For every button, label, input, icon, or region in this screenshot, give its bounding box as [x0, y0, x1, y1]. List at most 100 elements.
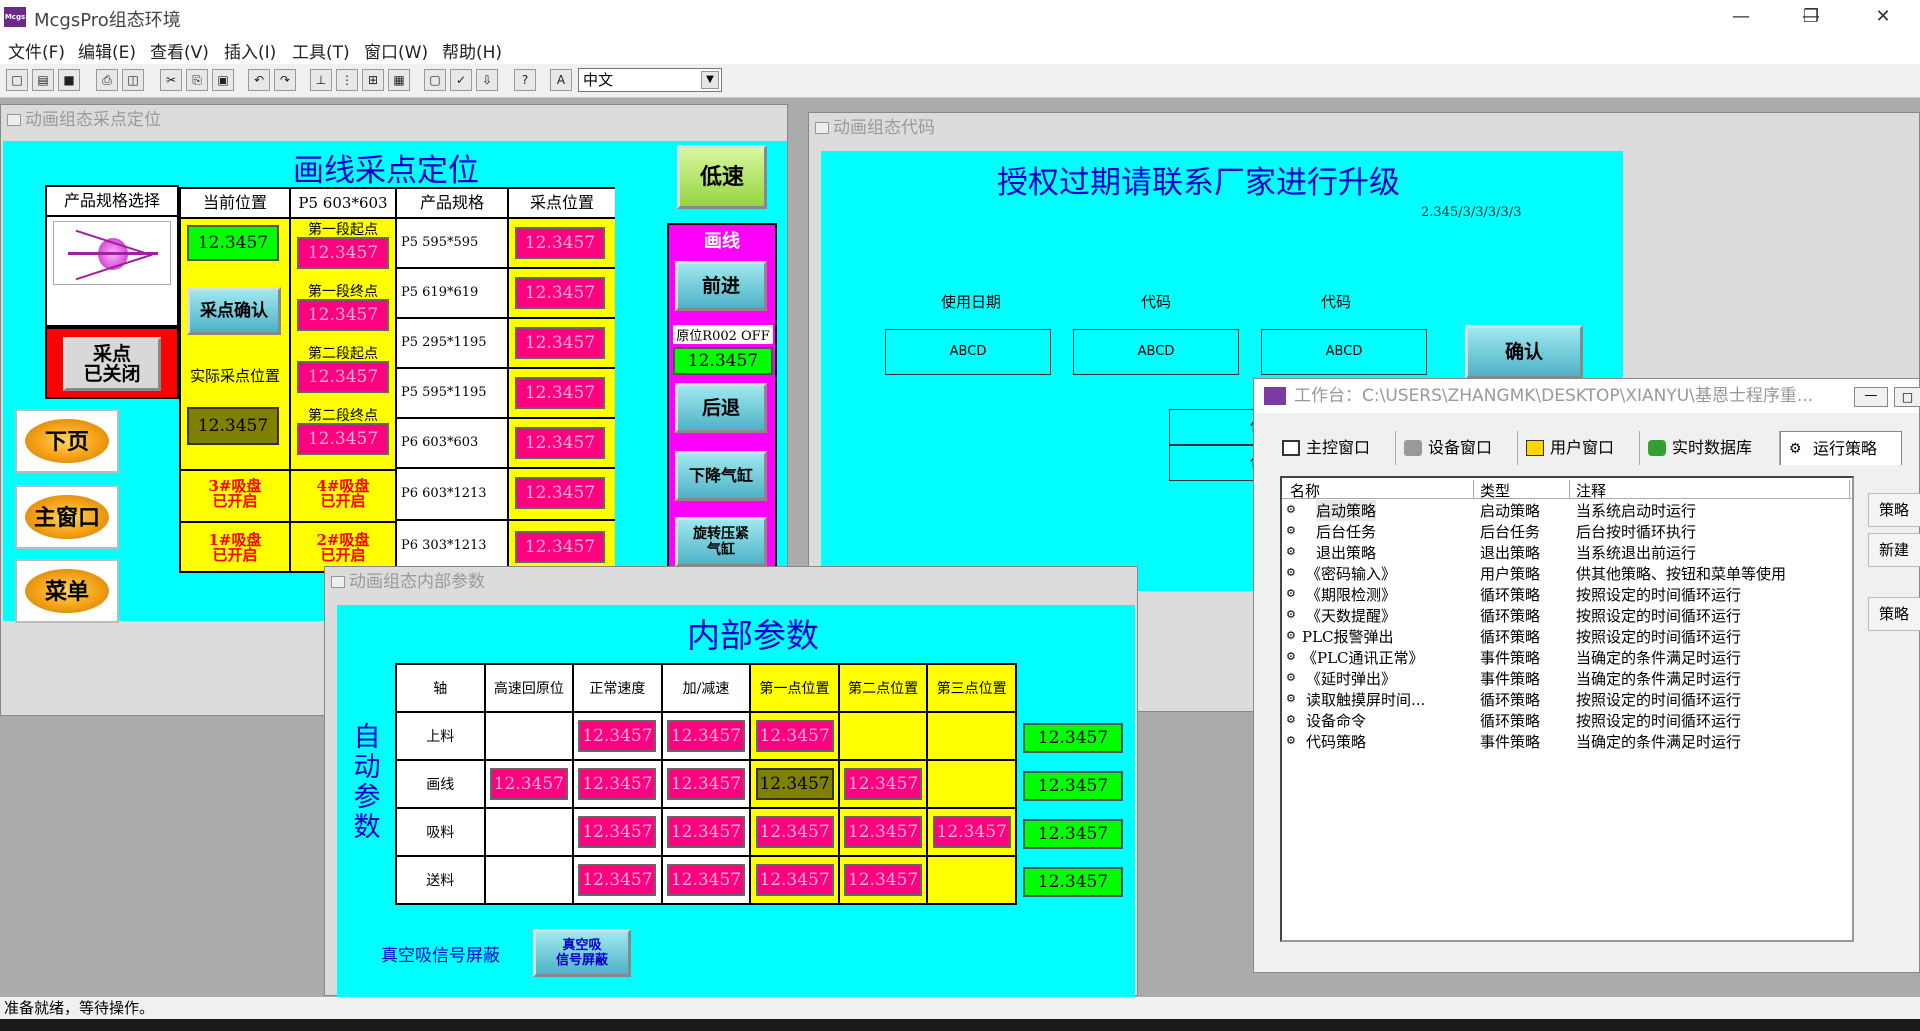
- vacuum-mask-button[interactable]: 真空吸 信号屏蔽: [533, 929, 631, 977]
- param-value[interactable]: 12.3457: [844, 768, 923, 800]
- align-icon[interactable]: ⊥: [310, 69, 332, 91]
- param-value[interactable]: 12.3457: [755, 864, 834, 896]
- language-icon[interactable]: A: [550, 69, 572, 91]
- param-value[interactable]: 12.3457: [755, 768, 834, 800]
- tab-user-window[interactable]: 用户窗口: [1518, 431, 1640, 465]
- spider-icon[interactable]: [53, 221, 171, 285]
- grid-icon[interactable]: ⊞: [362, 69, 384, 91]
- new-strategy-button[interactable]: 新建: [1868, 533, 1920, 567]
- list-header-name[interactable]: 名称: [1284, 480, 1474, 500]
- next-page-button[interactable]: 下页: [15, 409, 119, 473]
- list-item[interactable]: ⚙ 退出策略 退出策略 当系统退出前运行: [1286, 542, 1846, 563]
- distribute-icon[interactable]: ⋮: [336, 69, 358, 91]
- param-value[interactable]: 12.3457: [489, 768, 568, 800]
- list-item[interactable]: ⚙ 读取触摸屏时间... 循环策略 按照设定的时间循环运行: [1286, 689, 1846, 710]
- properties-icon[interactable]: ▢: [424, 69, 446, 91]
- check-icon[interactable]: ✓: [450, 69, 472, 91]
- minimize-button-2[interactable]: —: [1726, 4, 1756, 30]
- redo-icon[interactable]: ↷: [274, 69, 296, 91]
- paste-icon[interactable]: ▣: [212, 69, 234, 91]
- segment-1-end-value[interactable]: 12.3457: [297, 299, 389, 331]
- param-value[interactable]: 12.3457: [666, 768, 745, 800]
- low-speed-button[interactable]: 低速: [677, 145, 767, 209]
- code-field-1[interactable]: ABCD: [1073, 329, 1239, 375]
- menu-view[interactable]: 查看(V): [150, 38, 209, 63]
- code-field-2[interactable]: ABCD: [1261, 329, 1427, 375]
- undo-icon[interactable]: ↶: [248, 69, 270, 91]
- strategy-side-button[interactable]: 策略: [1868, 493, 1920, 527]
- strategy-properties-button[interactable]: 策略: [1868, 597, 1920, 631]
- copy-icon[interactable]: ⎘: [186, 69, 208, 91]
- list-item[interactable]: ⚙ 后台任务 后台任务 后台按时循环执行: [1286, 521, 1846, 542]
- menu-file[interactable]: 文件(F): [8, 38, 65, 63]
- spec-value[interactable]: 12.3457: [515, 327, 605, 359]
- sample-status-button[interactable]: 采点 已关闭: [63, 337, 161, 391]
- list-item[interactable]: ⚙ 启动策略 启动策略 当系统启动时运行: [1286, 500, 1846, 521]
- spec-value[interactable]: 12.3457: [515, 477, 605, 509]
- param-value[interactable]: 12.3457: [666, 816, 745, 848]
- param-value[interactable]: 12.3457: [666, 720, 745, 752]
- close-button[interactable]: ✕: [1868, 4, 1898, 30]
- print-icon[interactable]: ⎙: [96, 69, 118, 91]
- list-item[interactable]: ⚙ 《PLC通讯正常》 事件策略 当确定的条件满足时运行: [1286, 647, 1846, 668]
- spec-value[interactable]: 12.3457: [515, 377, 605, 409]
- segment-1-start-value[interactable]: 12.3457: [297, 237, 389, 269]
- menu-button[interactable]: 菜单: [15, 559, 119, 623]
- forward-button[interactable]: 前进: [675, 261, 767, 311]
- download-icon[interactable]: ⇩: [476, 69, 498, 91]
- param-value[interactable]: 12.3457: [578, 816, 657, 848]
- chevron-down-icon[interactable]: ▼: [701, 71, 719, 89]
- menu-insert[interactable]: 插入(I): [224, 38, 276, 63]
- list-item[interactable]: ⚙ 《天数提醒》 循环策略 按照设定的时间循环运行: [1286, 605, 1846, 626]
- tab-device-window[interactable]: 设备窗口: [1396, 431, 1518, 465]
- spec-value[interactable]: 12.3457: [515, 227, 605, 259]
- segment-2-end-value[interactable]: 12.3457: [297, 423, 389, 455]
- preview-icon[interactable]: ◫: [122, 69, 144, 91]
- open-icon[interactable]: ▤: [32, 69, 54, 91]
- menu-help[interactable]: 帮助(H): [442, 38, 502, 63]
- workbench-maximize-button[interactable]: □: [1894, 387, 1920, 407]
- help-icon[interactable]: ?: [514, 69, 536, 91]
- table-icon[interactable]: ▦: [388, 69, 410, 91]
- menu-tools[interactable]: 工具(T): [292, 38, 350, 63]
- param-value[interactable]: 12.3457: [666, 864, 745, 896]
- sample-confirm-button[interactable]: 采点确认: [187, 287, 281, 335]
- list-item[interactable]: ⚙ PLC报警弹出 循环策略 按照设定的时间循环运行: [1286, 626, 1846, 647]
- lower-cylinder-button[interactable]: 下降气缸: [675, 451, 767, 501]
- spec-value[interactable]: 12.3457: [515, 277, 605, 309]
- param-value[interactable]: 12.3457: [755, 816, 834, 848]
- param-value[interactable]: 12.3457: [755, 720, 834, 752]
- code-confirm-button[interactable]: 确认: [1465, 325, 1583, 379]
- param-value[interactable]: 12.3457: [844, 816, 923, 848]
- menu-edit[interactable]: 编辑(E): [78, 38, 136, 63]
- list-header-note[interactable]: 注释: [1570, 480, 1850, 500]
- language-select[interactable]: 中文 ▼: [578, 68, 722, 92]
- list-item[interactable]: ⚙ 代码策略 事件策略 当确定的条件满足时运行: [1286, 731, 1846, 752]
- param-value[interactable]: 12.3457: [578, 720, 657, 752]
- back-button[interactable]: 后退: [675, 383, 767, 433]
- tab-run-strategy[interactable]: ⚙ 运行策略: [1780, 431, 1902, 465]
- segment-2-start-value[interactable]: 12.3457: [297, 361, 389, 393]
- cut-icon[interactable]: ✂: [160, 69, 182, 91]
- list-item[interactable]: ⚙ 《密码输入》 用户策略 供其他策略、按钮和菜单等使用: [1286, 563, 1846, 584]
- tab-realtime-db[interactable]: 实时数据库: [1640, 431, 1780, 465]
- spec-value[interactable]: 12.3457: [515, 427, 605, 459]
- main-window-button[interactable]: 主窗口: [15, 485, 119, 549]
- list-item[interactable]: ⚙ 设备命令 循环策略 按照设定的时间循环运行: [1286, 710, 1846, 731]
- param-value[interactable]: 12.3457: [578, 768, 657, 800]
- list-item[interactable]: ⚙ 《期限检测》 循环策略 按照设定的时间循环运行: [1286, 584, 1846, 605]
- use-date-field[interactable]: ABCD: [885, 329, 1051, 375]
- list-item[interactable]: ⚙ 《延时弹出》 事件策略 当确定的条件满足时运行: [1286, 668, 1846, 689]
- param-value[interactable]: 12.3457: [932, 816, 1011, 848]
- save-icon[interactable]: ■: [58, 69, 80, 91]
- restore-button[interactable]: ❐: [1796, 4, 1826, 30]
- spec-value[interactable]: 12.3457: [515, 531, 605, 563]
- param-value[interactable]: 12.3457: [578, 864, 657, 896]
- list-header-type[interactable]: 类型: [1474, 480, 1570, 500]
- param-value[interactable]: 12.3457: [844, 864, 923, 896]
- tab-main-window[interactable]: 主控窗口: [1274, 431, 1396, 465]
- rotate-cylinder-button[interactable]: 旋转压紧 气缸: [675, 517, 767, 567]
- workbench-minimize-button[interactable]: —: [1854, 387, 1888, 407]
- menu-window[interactable]: 窗口(W): [364, 38, 428, 63]
- new-icon[interactable]: □: [6, 69, 28, 91]
